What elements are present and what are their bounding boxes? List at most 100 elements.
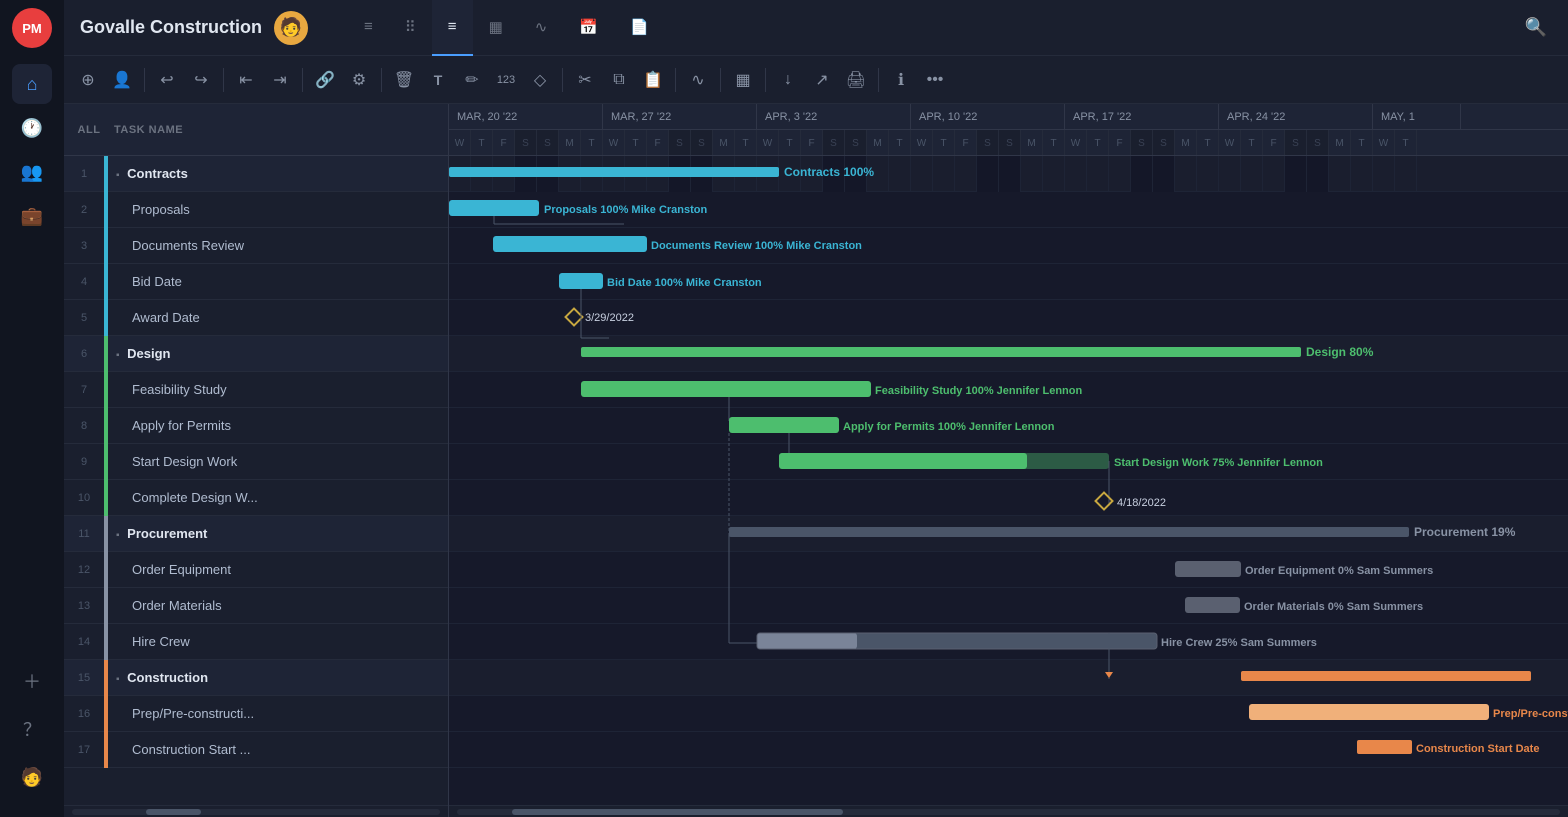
gantt-bar-bid-date[interactable] bbox=[559, 273, 603, 289]
gantt-bar-feasibility[interactable] bbox=[581, 381, 871, 397]
table-row[interactable]: 6 ▪ Design bbox=[64, 336, 448, 372]
nav-briefcase[interactable]: 💼 bbox=[12, 196, 52, 236]
gantt-bar-design-group[interactable] bbox=[581, 347, 1301, 357]
day-cell: W bbox=[1219, 130, 1241, 156]
day-cell: S bbox=[1285, 130, 1307, 156]
text-button[interactable]: T bbox=[422, 64, 454, 96]
construction-arrow bbox=[1105, 672, 1113, 678]
nav-avatar[interactable]: 🧑 bbox=[12, 757, 52, 797]
delete-button[interactable]: 🗑 bbox=[388, 64, 420, 96]
scrollbar-track[interactable] bbox=[72, 809, 440, 815]
gantt-scrollbar-track[interactable] bbox=[457, 809, 1560, 815]
expand-icon[interactable]: ▪ bbox=[116, 530, 120, 541]
gantt-bar-construction-start[interactable] bbox=[1357, 740, 1412, 754]
search-icon[interactable]: 🔍 bbox=[1520, 12, 1552, 44]
undo-button[interactable]: ↩ bbox=[151, 64, 183, 96]
tab-calendar[interactable]: 📅 bbox=[563, 0, 614, 56]
content-area: ALL TASK NAME 1 ▪ Contracts 2 Pro bbox=[64, 104, 1568, 817]
add-task-button[interactable]: ⊕ bbox=[72, 64, 104, 96]
table-row[interactable]: 14 Hire Crew bbox=[64, 624, 448, 660]
columns-button[interactable]: ▦ bbox=[727, 64, 759, 96]
expand-icon[interactable]: ▪ bbox=[116, 674, 120, 685]
tab-list[interactable]: ≡ bbox=[348, 0, 389, 56]
print-button[interactable]: 🖨 bbox=[840, 64, 872, 96]
date-group-may1: MAY, 1 bbox=[1373, 104, 1461, 129]
nav-help[interactable]: ？ bbox=[12, 709, 52, 749]
gantt-bar-prep[interactable] bbox=[1249, 704, 1489, 720]
info-button[interactable]: ℹ bbox=[885, 64, 917, 96]
paint-button[interactable]: ✏ bbox=[456, 64, 488, 96]
day-cell: W bbox=[603, 130, 625, 156]
copy-button[interactable]: ⧉ bbox=[603, 64, 635, 96]
table-row[interactable]: 7 Feasibility Study bbox=[64, 372, 448, 408]
share-button[interactable]: ↗ bbox=[806, 64, 838, 96]
gantt-label-construction-start: Construction Start Date bbox=[1416, 743, 1539, 755]
tab-columns[interactable]: ⠿ bbox=[389, 0, 432, 56]
header-all[interactable]: ALL bbox=[64, 124, 114, 136]
assign-button[interactable]: 👤 bbox=[106, 64, 138, 96]
table-row[interactable]: 12 Order Equipment bbox=[64, 552, 448, 588]
scrollbar-thumb[interactable] bbox=[146, 809, 201, 815]
gantt-bar-docs-review[interactable] bbox=[493, 236, 647, 252]
app-logo[interactable]: PM bbox=[12, 8, 52, 48]
baseline-button[interactable]: ∿ bbox=[682, 64, 714, 96]
table-row[interactable]: 3 Documents Review bbox=[64, 228, 448, 264]
download-button[interactable]: ↓ bbox=[772, 64, 804, 96]
day-cell: T bbox=[581, 130, 603, 156]
redo-button[interactable]: ↪ bbox=[185, 64, 217, 96]
indent-button[interactable]: ⇥ bbox=[264, 64, 296, 96]
table-row[interactable]: 9 Start Design Work bbox=[64, 444, 448, 480]
table-row[interactable]: 10 Complete Design W... bbox=[64, 480, 448, 516]
expand-icon[interactable]: ▪ bbox=[116, 170, 120, 181]
table-row[interactable]: 8 Apply for Permits bbox=[64, 408, 448, 444]
gantt-bar-hire-crew[interactable] bbox=[757, 633, 1157, 649]
gantt-milestone-design[interactable] bbox=[1096, 493, 1113, 510]
task-list-scrollbar[interactable] bbox=[64, 805, 448, 817]
table-row[interactable]: 17 Construction Start ... bbox=[64, 732, 448, 768]
gantt-bar-construction-group[interactable] bbox=[1241, 671, 1531, 681]
nav-people[interactable]: 👥 bbox=[12, 152, 52, 192]
expand-icon[interactable]: ▪ bbox=[116, 350, 120, 361]
nav-recent[interactable]: 🕐 bbox=[12, 108, 52, 148]
tab-doc[interactable]: 📄 bbox=[614, 0, 665, 56]
nav-add[interactable]: ＋ bbox=[12, 661, 52, 701]
project-avatar[interactable]: 🧑 bbox=[274, 11, 308, 45]
gantt-label-feasibility: Feasibility Study 100% Jennifer Lennon bbox=[875, 385, 1082, 397]
gantt-bar-procurement-group[interactable] bbox=[729, 527, 1409, 537]
nav-home[interactable]: ⌂ bbox=[12, 64, 52, 104]
tab-chart[interactable]: ∿ bbox=[519, 0, 564, 56]
cut-button[interactable]: ✂ bbox=[569, 64, 601, 96]
main-content: Govalle Construction 🧑 ≡ ⠿ ≡ ▦ ∿ 📅 📄 🔍 ⊕… bbox=[64, 0, 1568, 817]
table-row[interactable]: 11 ▪ Procurement bbox=[64, 516, 448, 552]
day-cell: S bbox=[1153, 130, 1175, 156]
milestone-button[interactable]: ◇ bbox=[524, 64, 556, 96]
table-row[interactable]: 4 Bid Date bbox=[64, 264, 448, 300]
unlink-button[interactable]: ⚙ bbox=[343, 64, 375, 96]
paste-button[interactable]: 📋 bbox=[637, 64, 669, 96]
day-cell: S bbox=[515, 130, 537, 156]
gantt-bar-design-work[interactable] bbox=[779, 453, 1027, 469]
table-row[interactable]: 2 Proposals bbox=[64, 192, 448, 228]
table-row[interactable]: 15 ▪ Construction bbox=[64, 660, 448, 696]
table-row[interactable]: 13 Order Materials bbox=[64, 588, 448, 624]
tab-gantt[interactable]: ≡ bbox=[432, 0, 473, 56]
toolbar-divider-6 bbox=[675, 68, 676, 92]
gantt-bar-contracts-group[interactable] bbox=[449, 167, 779, 177]
gantt-scrollbar[interactable] bbox=[449, 805, 1568, 817]
table-row[interactable]: 1 ▪ Contracts bbox=[64, 156, 448, 192]
gantt-bar-proposals[interactable] bbox=[449, 200, 539, 216]
outdent-button[interactable]: ⇤ bbox=[230, 64, 262, 96]
toolbar-divider-8 bbox=[765, 68, 766, 92]
more-button[interactable]: ••• bbox=[919, 64, 951, 96]
gantt-bar-permits[interactable] bbox=[729, 417, 839, 433]
table-row[interactable]: 5 Award Date bbox=[64, 300, 448, 336]
number-button[interactable]: 123 bbox=[490, 64, 522, 96]
table-row[interactable]: 16 Prep/Pre-constructi... bbox=[64, 696, 448, 732]
link-button[interactable]: 🔗 bbox=[309, 64, 341, 96]
tab-board[interactable]: ▦ bbox=[473, 0, 519, 56]
gantt-milestone-award[interactable] bbox=[566, 309, 583, 326]
gantt-bar-order-materials[interactable] bbox=[1185, 597, 1240, 613]
day-cell: M bbox=[713, 130, 735, 156]
gantt-bar-order-equip[interactable] bbox=[1175, 561, 1241, 577]
gantt-scrollbar-thumb[interactable] bbox=[512, 809, 843, 815]
